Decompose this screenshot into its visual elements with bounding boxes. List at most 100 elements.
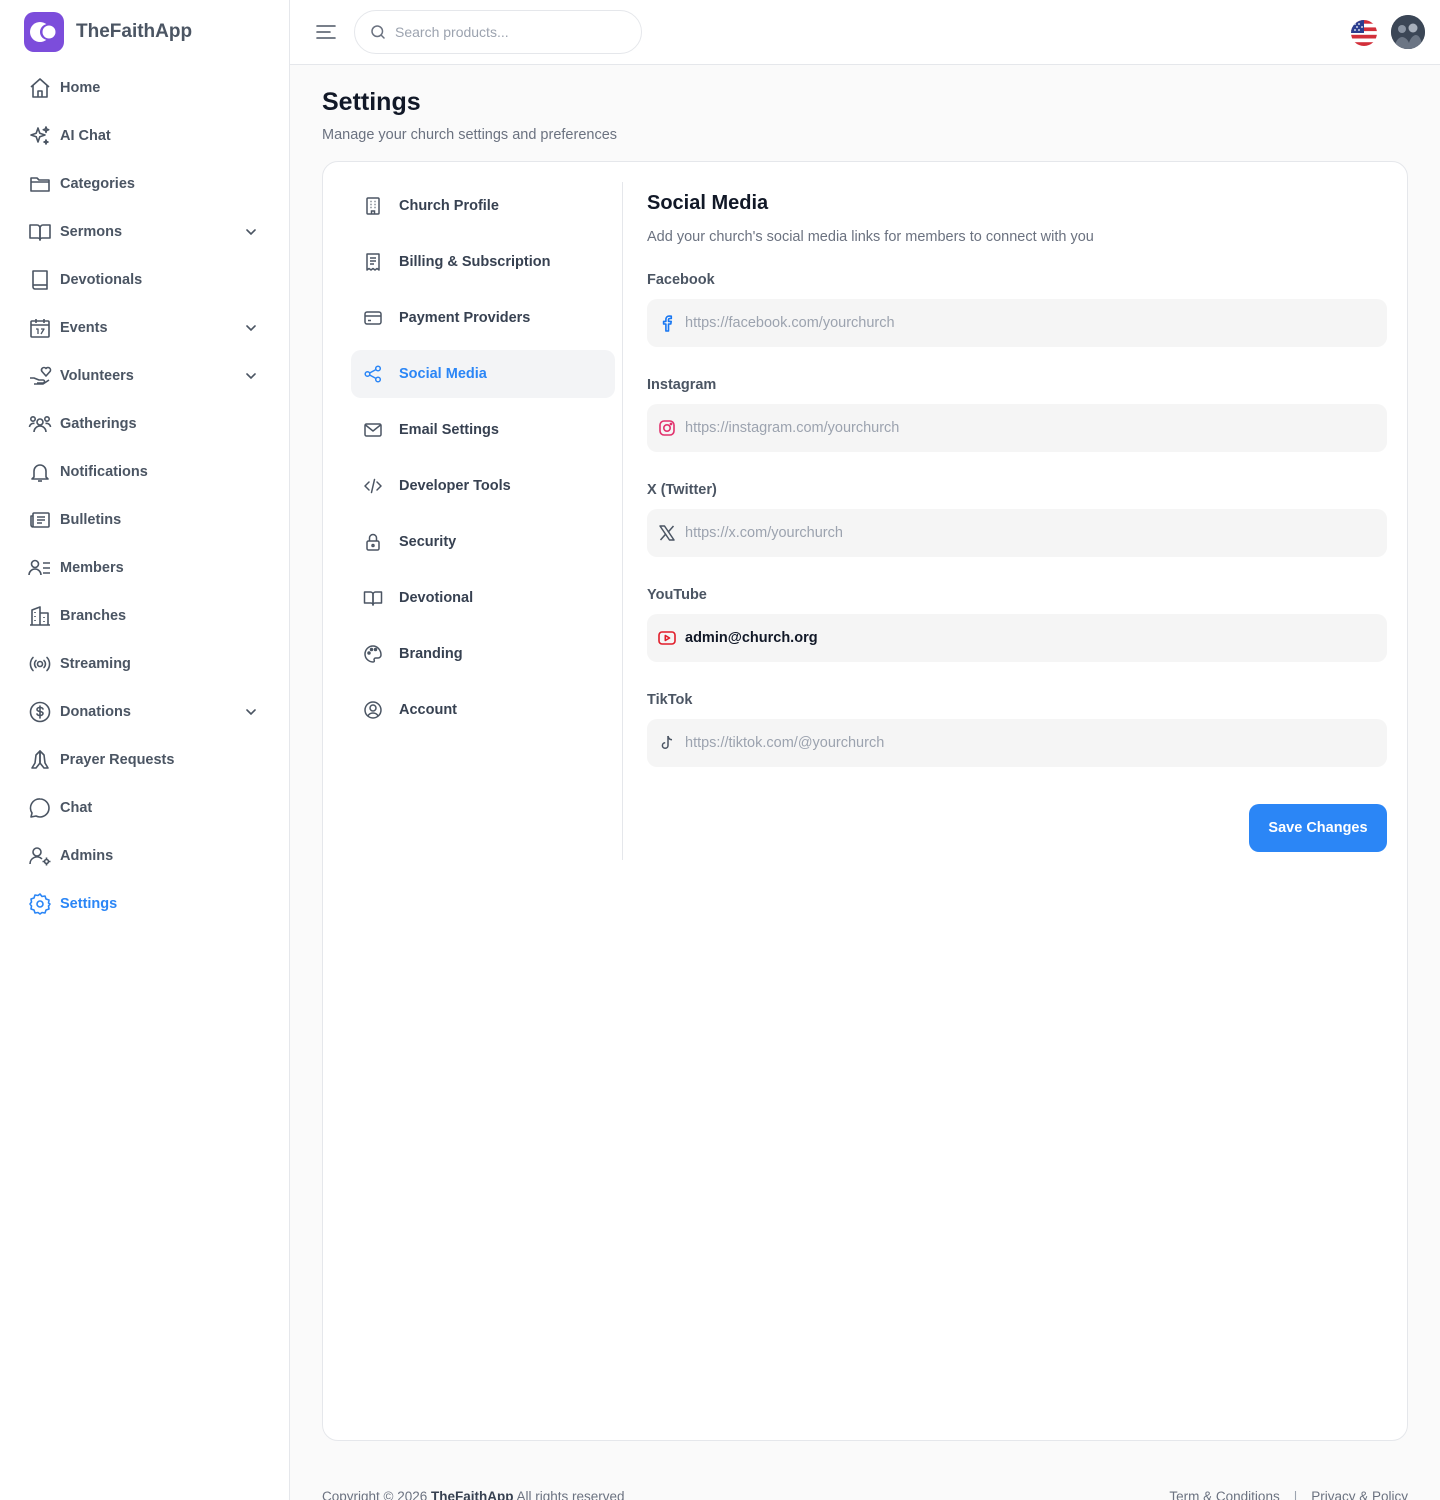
tab-social-media[interactable]: Social Media — [351, 350, 615, 398]
sidebar-item-events[interactable]: Events — [0, 304, 289, 352]
praying-hands-icon — [28, 748, 52, 772]
sidebar-item-notifications[interactable]: Notifications — [0, 448, 289, 496]
users-group-icon — [28, 412, 52, 436]
search-bar — [354, 10, 642, 54]
chevron-down-icon[interactable] — [243, 320, 259, 336]
calendar-icon — [28, 316, 52, 340]
book-open-icon — [363, 588, 383, 608]
tab-email-settings[interactable]: Email Settings — [351, 406, 615, 454]
sidebar-item-label: Chat — [60, 800, 93, 816]
mail-icon — [363, 420, 383, 440]
sidebar-item-branches[interactable]: Branches — [0, 592, 289, 640]
settings-tabs: Church Profile Billing & Subscription Pa… — [351, 182, 615, 742]
tabs-divider — [622, 182, 623, 860]
instagram-url-input[interactable] — [685, 420, 1375, 436]
user-circle-icon — [363, 700, 383, 720]
app-logo-icon — [24, 12, 64, 52]
x-twitter-input-wrap — [647, 509, 1387, 557]
sidebar-item-donations[interactable]: Donations — [0, 688, 289, 736]
sidebar-item-label: Admins — [60, 848, 114, 864]
terms-link[interactable]: Term & Conditions — [1169, 1489, 1279, 1500]
sidebar-item-gatherings[interactable]: Gatherings — [0, 400, 289, 448]
sidebar-item-devotionals[interactable]: Devotionals — [0, 256, 289, 304]
youtube-input-wrap — [647, 614, 1387, 662]
sidebar-item-label: Branches — [60, 608, 127, 624]
sidebar-item-label: Donations — [60, 704, 131, 720]
sidebar-item-prayer-requests[interactable]: Prayer Requests — [0, 736, 289, 784]
sidebar-item-ai-chat[interactable]: AI Chat — [0, 112, 289, 160]
sidebar-item-sermons[interactable]: Sermons — [0, 208, 289, 256]
sidebar-item-label: Streaming — [60, 656, 131, 672]
tab-developer-tools[interactable]: Developer Tools — [351, 462, 615, 510]
field-label: YouTube — [647, 587, 707, 603]
copyright-suffix: All rights reserved — [513, 1489, 625, 1500]
sidebar-item-label: Notifications — [60, 464, 148, 480]
sidebar-item-streaming[interactable]: Streaming — [0, 640, 289, 688]
sidebar-item-label: Prayer Requests — [60, 752, 175, 768]
tiktok-field: TikTok — [647, 691, 1387, 796]
save-changes-button[interactable]: Save Changes — [1249, 804, 1387, 852]
instagram-input-wrap — [647, 404, 1387, 452]
sidebar-item-bulletins[interactable]: Bulletins — [0, 496, 289, 544]
sparkles-icon — [28, 124, 52, 148]
sidebar-item-volunteers[interactable]: Volunteers — [0, 352, 289, 400]
tab-label: Social Media — [399, 366, 487, 382]
instagram-icon — [657, 418, 677, 438]
tab-devotional[interactable]: Devotional — [351, 574, 615, 622]
sidebar-item-settings[interactable]: Settings — [0, 880, 289, 928]
x-twitter-url-input[interactable] — [685, 525, 1375, 541]
newspaper-icon — [28, 508, 52, 532]
tab-billing-subscription[interactable]: Billing & Subscription — [351, 238, 615, 286]
sidebar-item-home[interactable]: Home — [0, 64, 289, 112]
tab-branding[interactable]: Branding — [351, 630, 615, 678]
bell-icon — [28, 460, 52, 484]
sidebar: TheFaithApp Home AI Chat Categories Serm… — [0, 0, 290, 1500]
youtube-field: YouTube — [647, 586, 1387, 691]
facebook-url-input[interactable] — [685, 315, 1375, 331]
tab-label: Branding — [399, 646, 463, 662]
field-label: Facebook — [647, 272, 715, 288]
building-icon — [363, 196, 383, 216]
panel-title: Social Media — [647, 192, 769, 214]
tab-security[interactable]: Security — [351, 518, 615, 566]
avatar[interactable] — [1391, 15, 1425, 49]
chevron-down-icon[interactable] — [243, 704, 259, 720]
tab-church-profile[interactable]: Church Profile — [351, 182, 615, 230]
social-media-panel: Social Media Add your church's social me… — [647, 192, 1387, 852]
chevron-down-icon[interactable] — [243, 368, 259, 384]
sidebar-item-categories[interactable]: Categories — [0, 160, 289, 208]
tiktok-input-wrap — [647, 719, 1387, 767]
page-subtitle: Manage your church settings and preferen… — [322, 127, 618, 143]
search-input[interactable] — [395, 24, 615, 40]
sidebar-item-chat[interactable]: Chat — [0, 784, 289, 832]
chevron-down-icon[interactable] — [243, 224, 259, 240]
menu-toggle-icon[interactable] — [314, 20, 338, 44]
tab-label: Security — [399, 534, 457, 550]
sidebar-item-label: Sermons — [60, 224, 123, 240]
tiktok-url-input[interactable] — [685, 735, 1375, 751]
sidebar-item-label: Categories — [60, 176, 135, 192]
top-header — [290, 0, 1440, 65]
privacy-link[interactable]: Privacy & Policy — [1311, 1489, 1408, 1500]
sidebar-item-label: Home — [60, 80, 101, 96]
sidebar-item-label: Events — [60, 320, 108, 336]
youtube-url-input[interactable] — [685, 630, 1375, 646]
facebook-icon — [657, 313, 677, 333]
brand[interactable]: TheFaithApp — [0, 0, 289, 64]
sidebar-item-label: Volunteers — [60, 368, 134, 384]
tab-label: Account — [399, 702, 457, 718]
facebook-input-wrap — [647, 299, 1387, 347]
x-twitter-icon — [657, 523, 677, 543]
us-flag-icon[interactable] — [1351, 20, 1377, 46]
sidebar-item-label: Settings — [60, 896, 118, 912]
tab-account[interactable]: Account — [351, 686, 615, 734]
home-icon — [28, 76, 52, 100]
palette-icon — [363, 644, 383, 664]
user-gear-icon — [28, 844, 52, 868]
page-title: Settings — [322, 88, 421, 116]
broadcast-icon — [28, 652, 52, 676]
copyright-brand: TheFaithApp — [431, 1489, 514, 1500]
sidebar-item-members[interactable]: Members — [0, 544, 289, 592]
tab-payment-providers[interactable]: Payment Providers — [351, 294, 615, 342]
sidebar-item-admins[interactable]: Admins — [0, 832, 289, 880]
